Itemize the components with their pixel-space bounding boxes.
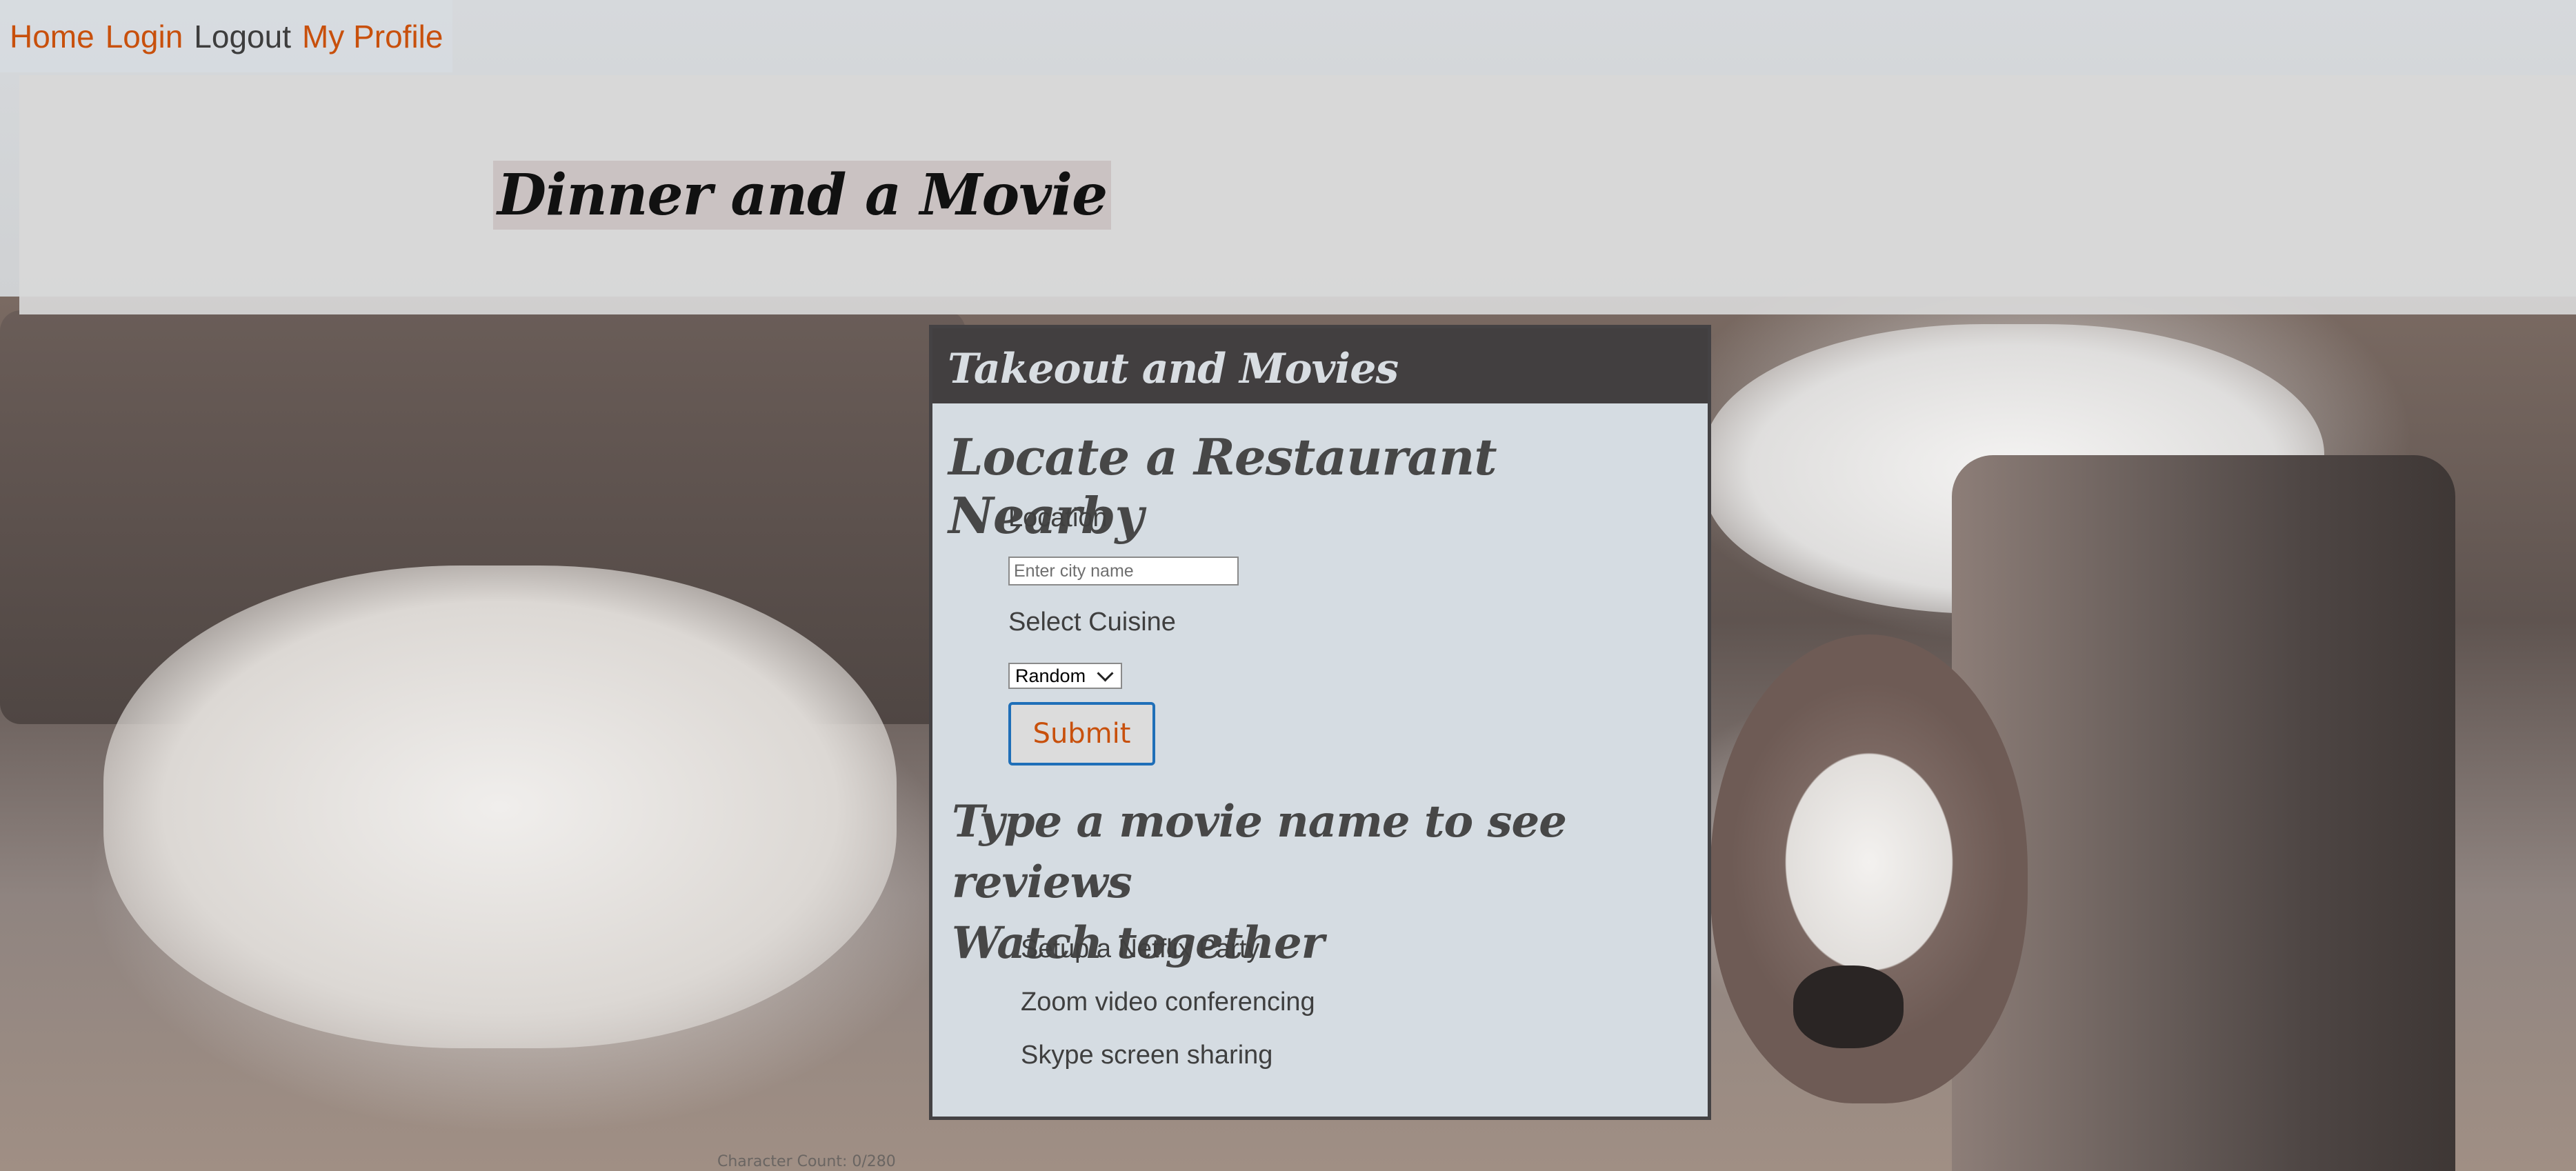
- nav-login-link[interactable]: Login: [106, 18, 183, 55]
- background-sofa-arm: [1952, 455, 2455, 1171]
- movie-title-line1: Type a movie name to see reviews: [952, 796, 1567, 908]
- top-nav: Home Login Logout My Profile: [0, 0, 453, 72]
- chevron-down-icon: [1097, 665, 1114, 682]
- cuisine-label: Select Cuisine: [1008, 608, 1176, 637]
- character-count: Character Count: 0/280: [717, 1153, 896, 1170]
- card-header: Takeout and Movies: [932, 328, 1708, 403]
- watch-item-netflix[interactable]: Setup a Netflix Party: [1021, 934, 1259, 964]
- nav-profile-link[interactable]: My Profile: [302, 18, 443, 55]
- header-band: [19, 75, 2576, 314]
- cuisine-select-value: Random: [1015, 665, 1086, 686]
- location-label: Location: [1008, 503, 1108, 532]
- cuisine-select[interactable]: Random: [1008, 663, 1122, 689]
- main-card: Takeout and Movies Locate a Restaurant N…: [929, 325, 1711, 1120]
- submit-button[interactable]: Submit: [1008, 702, 1155, 765]
- background-blanket: [103, 566, 897, 1048]
- nav-logout-link[interactable]: Logout: [194, 18, 291, 55]
- watch-item-zoom[interactable]: Zoom video conferencing: [1021, 988, 1315, 1017]
- city-input[interactable]: [1008, 557, 1239, 586]
- site-title: Dinner and a Movie: [493, 161, 1112, 230]
- watch-item-skype[interactable]: Skype screen sharing: [1021, 1041, 1272, 1070]
- background-dog-nose: [1793, 965, 1904, 1048]
- nav-home-link[interactable]: Home: [10, 18, 94, 55]
